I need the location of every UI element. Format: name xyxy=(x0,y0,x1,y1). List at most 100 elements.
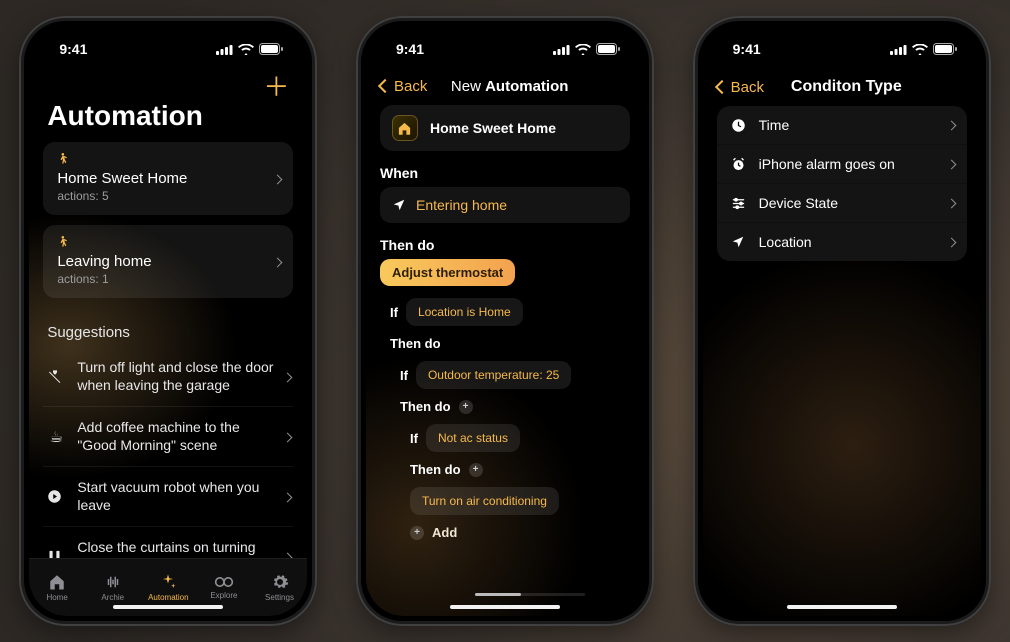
add-action-button[interactable]: + xyxy=(469,463,483,477)
add-step-button[interactable]: + Add xyxy=(410,525,630,540)
when-label: When xyxy=(380,165,630,181)
dynamic-island xyxy=(120,26,216,54)
then-do-row: Then do + xyxy=(410,462,630,477)
horizontal-scrollbar[interactable] xyxy=(475,593,585,596)
chevron-right-icon xyxy=(948,194,955,212)
chevron-right-icon xyxy=(948,116,955,134)
home-selector[interactable]: Home Sweet Home xyxy=(380,105,630,151)
phone-new-automation: 9:41 Back New Automation Home Sweet Home xyxy=(356,16,654,626)
plus-circle-icon: + xyxy=(410,526,424,540)
then-do-row: Then do + xyxy=(400,399,630,414)
suggestion-row[interactable]: Start vacuum robot when you leave xyxy=(43,467,293,527)
home-indicator[interactable] xyxy=(113,605,223,609)
nav-title: Conditon Type xyxy=(770,78,967,96)
chevron-right-icon xyxy=(284,368,291,386)
back-label: Back xyxy=(731,79,764,96)
suggestion-text: Start vacuum robot when you leave xyxy=(77,479,289,514)
back-button[interactable]: Back xyxy=(717,79,764,96)
automation-card-home-sweet-home[interactable]: Home Sweet Home actions: 5 xyxy=(43,142,293,215)
chevron-right-icon xyxy=(948,155,955,173)
if-label: If xyxy=(410,431,418,446)
nav-bar: Back New Automation xyxy=(366,72,644,99)
suggestion-text: Close the curtains on turning TV on xyxy=(77,539,289,558)
home-indicator[interactable] xyxy=(787,605,897,609)
tab-home[interactable]: Home xyxy=(29,559,85,616)
tab-label: Explore xyxy=(210,591,237,600)
chevron-left-icon xyxy=(380,78,392,95)
gear-icon xyxy=(271,573,289,591)
battery-icon xyxy=(596,43,620,55)
condition-option-time[interactable]: Time xyxy=(717,106,967,145)
nav-bar: Back Conditon Type xyxy=(703,72,981,100)
chevron-left-icon xyxy=(717,79,729,96)
back-button[interactable]: Back xyxy=(380,78,427,95)
suggestion-row[interactable]: ☕︎ Add coffee machine to the "Good Morni… xyxy=(43,407,293,467)
sparkle-icon xyxy=(159,573,177,591)
automation-card-leaving-home[interactable]: Leaving home actions: 1 xyxy=(43,225,293,298)
chevron-right-icon xyxy=(284,548,291,559)
location-arrow-icon xyxy=(392,198,406,212)
suggestion-row[interactable]: Close the curtains on turning TV on xyxy=(43,527,293,558)
nav-title: New Automation xyxy=(433,78,630,95)
home-icon xyxy=(48,573,66,591)
condition-chip-outdoor-temp[interactable]: Outdoor temperature: 25 xyxy=(416,361,571,389)
wifi-icon xyxy=(912,44,928,55)
add-label: Add xyxy=(432,525,457,540)
then-do-label: Then do xyxy=(380,237,630,253)
phone-condition-type: 9:41 Back Conditon Type Time xyxy=(693,16,991,626)
home-icon xyxy=(392,115,418,141)
if-row[interactable]: If Location is Home xyxy=(390,298,630,326)
when-value: Entering home xyxy=(416,197,507,213)
condition-type-menu: Time iPhone alarm goes on Device State xyxy=(717,106,967,261)
tab-label: Home xyxy=(46,593,67,602)
status-time: 9:41 xyxy=(396,41,424,57)
garage-light-off-icon xyxy=(47,369,65,385)
dynamic-island xyxy=(794,26,890,54)
wifi-icon xyxy=(575,44,591,55)
cellular-icon xyxy=(890,44,907,55)
page-title: Automation xyxy=(29,100,307,142)
walk-out-icon xyxy=(57,235,279,251)
tab-label: Archie xyxy=(101,593,124,602)
if-label: If xyxy=(400,368,408,383)
status-time: 9:41 xyxy=(59,41,87,57)
suggestion-text: Add coffee machine to the "Good Morning"… xyxy=(77,419,289,454)
option-label: Time xyxy=(759,117,790,133)
condition-chip-location[interactable]: Location is Home xyxy=(406,298,523,326)
option-label: Location xyxy=(759,234,812,250)
option-label: Device State xyxy=(759,195,838,211)
when-trigger-row[interactable]: Entering home xyxy=(380,187,630,223)
condition-option-device-state[interactable]: Device State xyxy=(717,184,967,223)
binoculars-icon xyxy=(214,575,234,589)
wifi-icon xyxy=(238,44,254,55)
condition-option-alarm[interactable]: iPhone alarm goes on xyxy=(717,145,967,184)
action-chip-turn-on-ac[interactable]: Turn on air conditioning xyxy=(410,487,559,515)
alarm-icon xyxy=(731,157,747,172)
suggestions-header: Suggestions xyxy=(43,308,293,347)
suggestion-row[interactable]: Turn off light and close the door when l… xyxy=(43,347,293,407)
home-name: Home Sweet Home xyxy=(430,120,556,136)
home-indicator[interactable] xyxy=(450,605,560,609)
action-pill-adjust-thermostat[interactable]: Adjust thermostat xyxy=(380,259,515,286)
if-row[interactable]: If Outdoor temperature: 25 xyxy=(400,361,630,389)
if-row[interactable]: If Not ac status xyxy=(410,424,630,452)
condition-option-location[interactable]: Location xyxy=(717,223,967,261)
play-circle-icon xyxy=(47,489,65,504)
sliders-icon xyxy=(731,196,747,211)
chevron-right-icon xyxy=(284,428,291,446)
status-icons xyxy=(216,43,283,55)
waveform-icon xyxy=(104,573,122,591)
suggestion-text: Turn off light and close the door when l… xyxy=(77,359,289,394)
add-action-button[interactable]: + xyxy=(459,400,473,414)
add-automation-button[interactable]: ＋ xyxy=(263,74,289,100)
chevron-right-icon xyxy=(274,253,281,271)
chevron-right-icon xyxy=(948,233,955,251)
tab-settings[interactable]: Settings xyxy=(252,559,308,616)
automation-subtitle: actions: 1 xyxy=(57,272,279,286)
tab-label: Automation xyxy=(148,593,188,602)
option-label: iPhone alarm goes on xyxy=(759,156,895,172)
condition-chip-ac-status[interactable]: Not ac status xyxy=(426,424,520,452)
chevron-right-icon xyxy=(274,170,281,188)
back-label: Back xyxy=(394,78,427,95)
status-icons xyxy=(890,43,957,55)
